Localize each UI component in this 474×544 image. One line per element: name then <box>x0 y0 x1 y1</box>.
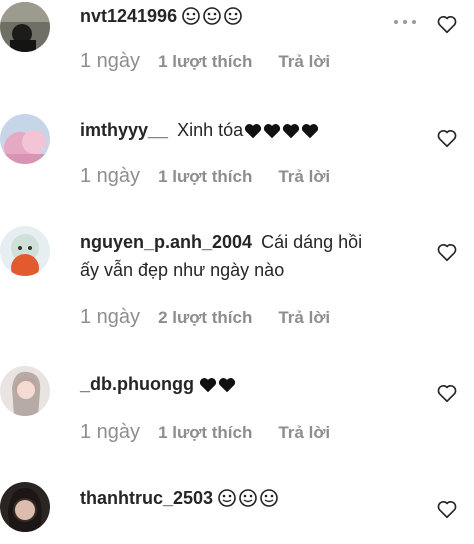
comment-likes[interactable]: 1 lượt thích <box>158 167 252 186</box>
heart-outline-icon[interactable] <box>436 241 458 263</box>
avatar[interactable] <box>0 366 50 416</box>
black-heart-emoji-icon <box>198 374 236 394</box>
comment-time: 1 ngày <box>80 165 141 187</box>
avatar[interactable] <box>0 114 50 164</box>
reply-button[interactable]: Trả lời <box>278 52 330 71</box>
comment-meta: 1 ngày 2 lượt thích Trả lời <box>80 306 330 329</box>
reply-button[interactable]: Trả lời <box>278 308 330 327</box>
comment-meta: 1 ngày 1 lượt thích Trả lời <box>80 50 330 73</box>
reply-button[interactable]: Trả lời <box>278 423 330 442</box>
heart-outline-icon[interactable] <box>436 382 458 404</box>
avatar[interactable] <box>0 226 50 276</box>
smile-emoji-icon <box>181 6 244 26</box>
comment-username[interactable]: thanhtruc_2503 <box>80 488 213 508</box>
comment-text-line2: ấy vẫn đẹp như ngày nào <box>80 260 285 280</box>
black-heart-emoji-icon <box>243 120 319 140</box>
comment-username[interactable]: nvt1241996 <box>80 6 177 26</box>
avatar[interactable] <box>0 482 50 532</box>
comment-likes[interactable]: 1 lượt thích <box>158 423 252 442</box>
comment-likes[interactable]: 1 lượt thích <box>158 52 252 71</box>
more-options-icon[interactable] <box>394 20 416 24</box>
comment-username[interactable]: imthyyy__ <box>80 120 168 140</box>
comment-text: Xinh tóa <box>177 120 244 140</box>
comment-username[interactable]: _db.phuongg <box>80 374 194 394</box>
heart-outline-icon[interactable] <box>436 498 458 520</box>
comment-username[interactable]: nguyen_p.anh_2004 <box>80 232 252 252</box>
comment-time: 1 ngày <box>80 421 141 443</box>
comment-text: Cái dáng hồi <box>261 232 363 252</box>
avatar[interactable] <box>0 2 50 52</box>
heart-outline-icon[interactable] <box>436 127 458 149</box>
reply-button[interactable]: Trả lời <box>278 167 330 186</box>
comment-time: 1 ngày <box>80 50 141 72</box>
smile-emoji-icon <box>217 488 280 508</box>
comment-time: 1 ngày <box>80 306 141 328</box>
heart-outline-icon[interactable] <box>436 13 458 35</box>
comment-meta: 1 ngày 1 lượt thích Trả lời <box>80 165 330 188</box>
comment-likes[interactable]: 2 lượt thích <box>158 308 252 327</box>
comment-meta: 1 ngày 1 lượt thích Trả lời <box>80 421 330 444</box>
